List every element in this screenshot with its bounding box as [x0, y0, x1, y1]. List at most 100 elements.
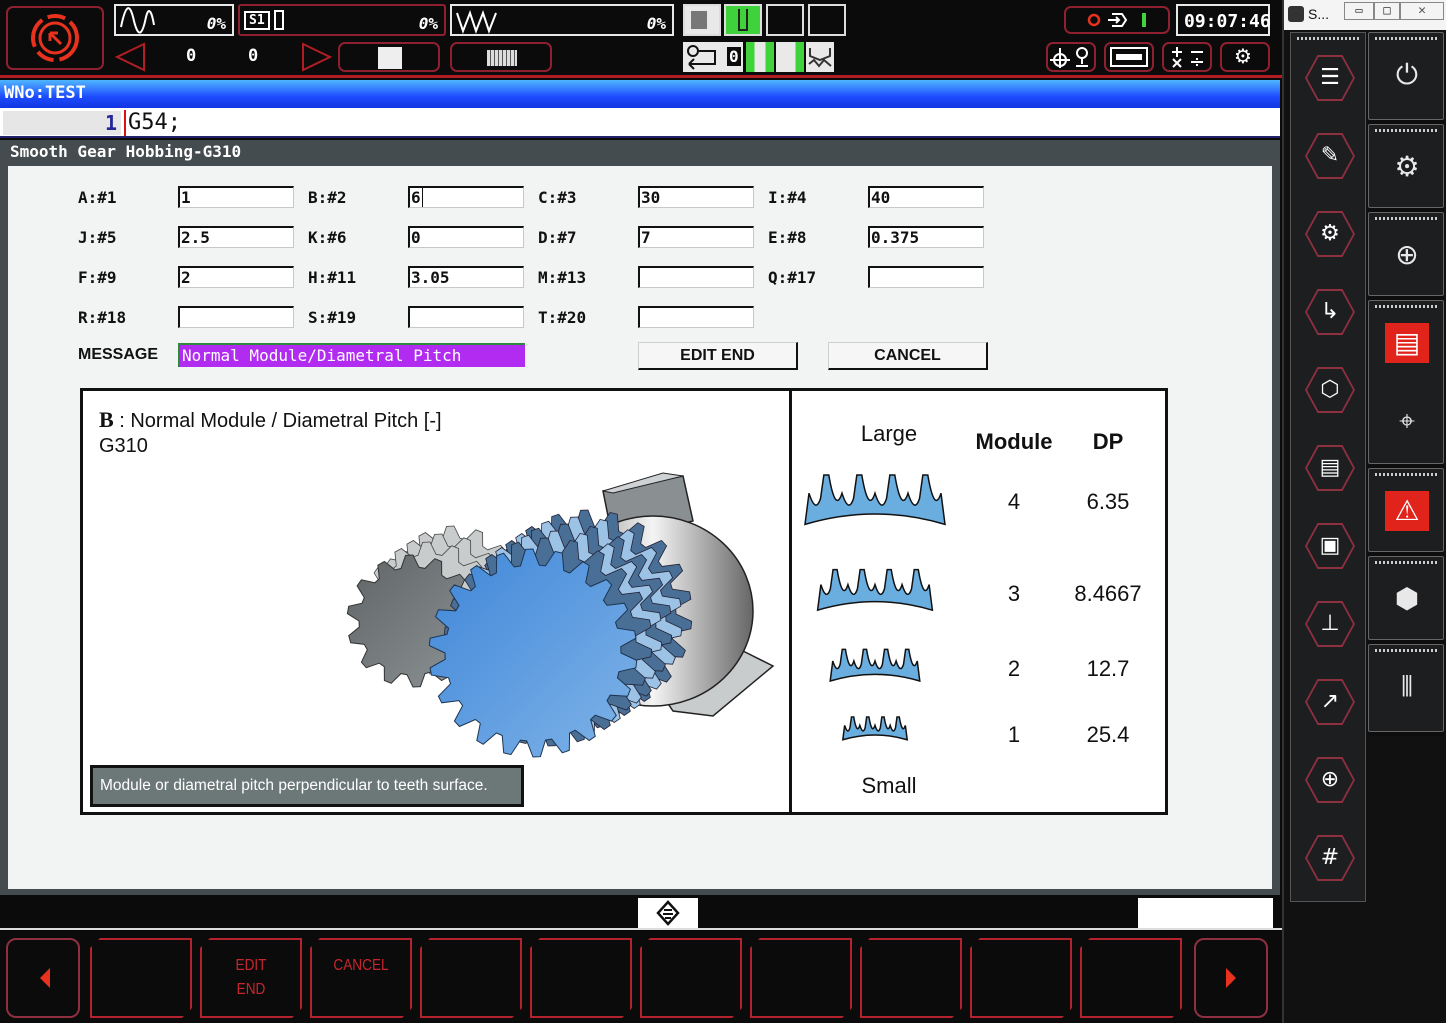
spindle-icon	[274, 10, 284, 30]
sidebar-button-program-list[interactable]: ▤	[1385, 323, 1429, 363]
location-pin-icon	[1050, 47, 1088, 68]
alarm-status-indicator[interactable]	[1064, 6, 1170, 34]
sidebar-button-spindle-1-2[interactable]: ⫴	[1385, 667, 1429, 707]
message-label: MESSAGE	[78, 346, 159, 363]
field-input-h[interactable]: 3.05	[408, 266, 524, 288]
line-number: 1	[3, 111, 121, 135]
clock: 09:07:46	[1176, 4, 1271, 36]
sidebar-button-tool-data[interactable]: ▤	[1305, 445, 1355, 491]
program-line[interactable]: 1 G54;	[0, 108, 1280, 138]
field-input-b[interactable]: 6	[408, 186, 524, 208]
next-arrow-icon[interactable]	[300, 42, 334, 72]
field-input-k[interactable]: 0	[408, 226, 524, 248]
origin-position-button[interactable]	[1046, 42, 1096, 72]
spindle-load-meter: 0%	[114, 4, 234, 36]
calculator-button[interactable]	[1162, 42, 1212, 72]
sidebar-button-measurement[interactable]: ⊕	[1305, 757, 1355, 803]
pallet-left-icon[interactable]	[746, 42, 774, 72]
dp-value-row1: 6.35	[1086, 489, 1130, 514]
right-sidebar: S... ▭ □ ✕ ☰ ✎ ⚙ ↳ ⬡ ▤ ▣ ⊥ ↗ ⊕ # ⏻ ⚙ ⊕ ▤ ⌖ ⚠ ⬢ ⫴	[1282, 0, 1446, 1023]
field-input-t[interactable]	[638, 306, 754, 328]
field-input-s[interactable]	[408, 306, 524, 328]
softkey-8[interactable]	[860, 938, 962, 1018]
field-label-c: C:#3	[538, 188, 577, 207]
status-slot-2	[808, 4, 846, 36]
message-field: Normal Module/Diametral Pitch	[178, 343, 525, 367]
layer-switch-button[interactable]	[638, 898, 698, 928]
sidebar-button-program-settings[interactable]: ⚙	[1305, 211, 1355, 257]
sidebar-button-parameter-sliders[interactable]: ☰	[1305, 55, 1355, 101]
keyboard-button[interactable]	[450, 42, 552, 72]
macro-variables-icon: #	[1307, 837, 1353, 879]
tool-clamp-icon[interactable]	[724, 4, 762, 36]
softkey-2[interactable]: EDIT END	[200, 938, 302, 1018]
zigzag-wave-icon	[456, 10, 497, 34]
help-title: B : Normal Module / Diametral Pitch [-]	[99, 407, 442, 433]
field-input-i[interactable]: 40	[868, 186, 984, 208]
emergency-reset-icon	[31, 14, 79, 62]
field-input-c[interactable]: 30	[638, 186, 754, 208]
return-arrow-icon	[687, 45, 716, 70]
sidebar-button-tool-folder[interactable]: ▣	[1305, 523, 1355, 569]
field-input-a[interactable]: 1	[178, 186, 294, 208]
sidebar-button-coordinate-system[interactable]: ⊥	[1305, 601, 1355, 647]
softkey-prev-page[interactable]	[6, 938, 80, 1018]
dp-value-row2: 8.4667	[1074, 581, 1142, 606]
minimize-button[interactable]: ▭	[1344, 2, 1374, 20]
machining-view-button[interactable]	[338, 42, 440, 72]
field-input-r[interactable]	[178, 306, 294, 328]
edit-end-button[interactable]: EDIT END	[638, 342, 798, 370]
pallet-right-icon[interactable]	[776, 42, 804, 72]
field-input-d[interactable]: 7	[638, 226, 754, 248]
maximize-button[interactable]: □	[1374, 2, 1400, 20]
sine-wave-icon	[120, 7, 155, 34]
status-topbar: 0% S1 0% 0% 0 0 0 09:07:46 ⚙	[0, 0, 1282, 78]
sidebar-button-tool-setting[interactable]: ⬢	[1385, 579, 1429, 619]
sidebar-button-power[interactable]: ⏻	[1385, 55, 1429, 95]
previous-arrow-icon[interactable]	[114, 42, 148, 72]
tooth-profile-module-2	[829, 648, 921, 683]
sidebar-tile-2: ⚙	[1368, 124, 1444, 208]
sidebar-button-path[interactable]: ↳	[1305, 289, 1355, 335]
sidebar-button-alarm[interactable]: ⚠	[1385, 491, 1429, 531]
sidebar-button-3d-view[interactable]: ⬡	[1305, 367, 1355, 413]
close-button[interactable]: ✕	[1400, 2, 1444, 20]
door-status-icon[interactable]	[683, 4, 721, 36]
maintenance-button[interactable]	[1104, 42, 1154, 72]
help-illustration: B : Normal Module / Diametral Pitch [-] …	[80, 388, 1168, 815]
sidebar-tile-4: ▤ ⌖	[1368, 300, 1444, 464]
diamond-layers-icon	[656, 900, 680, 926]
tile-grip	[1375, 217, 1437, 220]
softkey-next-page[interactable]	[1194, 938, 1268, 1018]
sidebar-button-settings[interactable]: ⚙	[1385, 147, 1429, 187]
softkey-3[interactable]: CANCEL	[310, 938, 412, 1018]
sidebar-button-tool-path-check[interactable]: ⌖	[1385, 401, 1429, 441]
softkey-1[interactable]	[90, 938, 192, 1018]
cancel-button[interactable]: CANCEL	[828, 342, 988, 370]
field-input-e[interactable]: 0.375	[868, 226, 984, 248]
field-label-e: E:#8	[768, 228, 807, 247]
parameter-form: A:#1 1 B:#2 6 C:#3 30 I:#4 40 J:#5 2.5 K…	[8, 166, 1272, 889]
sidebar-button-3d-coordinate[interactable]: ↗	[1305, 679, 1355, 725]
machine-status-button[interactable]	[6, 6, 104, 70]
table-large-label: Large	[860, 421, 918, 446]
softkey-7[interactable]	[750, 938, 852, 1018]
return-indicator[interactable]: 0	[683, 42, 743, 72]
softkey-5[interactable]	[530, 938, 632, 1018]
chip-conveyor-icon[interactable]	[806, 42, 834, 72]
field-input-q[interactable]	[868, 266, 984, 288]
softkey-6[interactable]	[640, 938, 742, 1018]
field-input-j[interactable]: 2.5	[178, 226, 294, 248]
tool-folder-icon: ▣	[1307, 525, 1353, 567]
field-input-m[interactable]	[638, 266, 754, 288]
gcode-text[interactable]: G54;	[124, 110, 181, 136]
sidebar-button-workpiece-origin[interactable]: ⊕	[1385, 235, 1429, 275]
field-input-f[interactable]: 2	[178, 266, 294, 288]
sidebar-button-program-edit[interactable]: ✎	[1305, 133, 1355, 179]
softkey-10[interactable]	[1080, 938, 1182, 1018]
softkey-9[interactable]	[970, 938, 1072, 1018]
softkey-4[interactable]	[420, 938, 522, 1018]
tile-grip	[1375, 305, 1437, 308]
settings-button[interactable]: ⚙	[1220, 42, 1270, 72]
sidebar-button-macro-variables[interactable]: #	[1305, 835, 1355, 881]
